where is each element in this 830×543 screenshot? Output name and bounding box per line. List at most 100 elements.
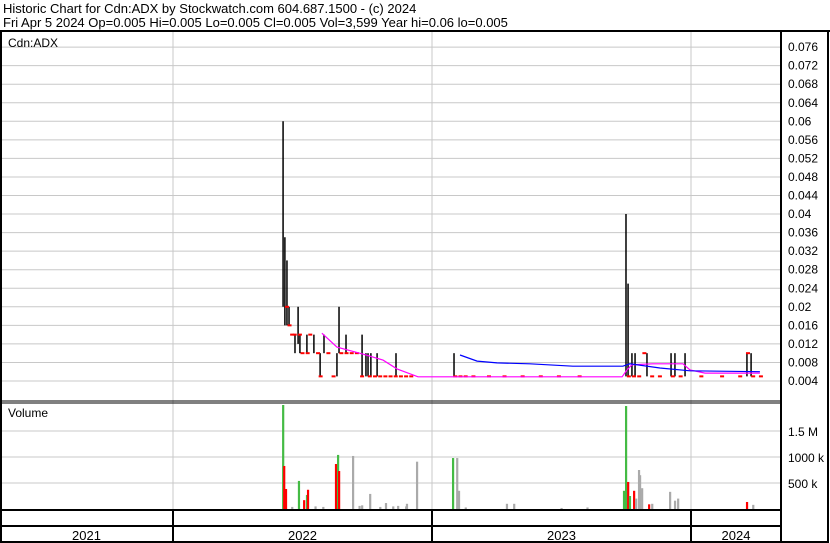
price-tick-label: 0.008 (788, 355, 818, 369)
close-tick (388, 375, 393, 378)
volume-bar (303, 500, 306, 509)
volume-bar (297, 480, 301, 509)
price-tick-label: 0.072 (788, 59, 818, 73)
price-tick-label: 0.056 (788, 133, 818, 147)
volume-bar (669, 491, 672, 509)
price-tick-label: 0.016 (788, 318, 818, 332)
close-tick (409, 375, 414, 378)
price-tick-label: 0.06 (788, 114, 812, 128)
close-tick (738, 375, 743, 378)
close-tick (398, 375, 403, 378)
volume-bar (638, 475, 642, 509)
volume-bar (361, 505, 364, 509)
year-label: 2024 (722, 528, 751, 543)
quote-summary: Fri Apr 5 2024 Op=0.005 Hi=0.005 Lo=0.00… (3, 15, 508, 30)
stock-chart: Historic Chart for Cdn:ADX by Stockwatch… (0, 1, 830, 543)
close-tick (326, 352, 331, 355)
volume-panel-title: Volume (8, 406, 48, 420)
price-axis: 0.076 0.072 0.068 0.064 0.06 0.056 0.052 0.048 0… (788, 40, 818, 388)
price-tick-label: 0.044 (788, 189, 818, 203)
volume-bar (673, 500, 677, 509)
close-tick (637, 375, 642, 378)
volume-bar (397, 505, 400, 509)
price-tick-label: 0.068 (788, 77, 818, 91)
price-tick-label: 0.052 (788, 151, 818, 165)
close-tick (308, 333, 313, 336)
volume-bar (635, 498, 638, 509)
volume-bar (314, 506, 317, 509)
close-tick (642, 352, 647, 355)
chart-title: Historic Chart for Cdn:ADX by Stockwatch… (3, 1, 416, 16)
volume-tick-label: 1.5 M (788, 425, 818, 439)
volume-tick-label: 500 k (788, 477, 818, 491)
volume-tick-label: 1000 k (788, 451, 825, 465)
volume-bar (415, 461, 419, 509)
price-tick-label: 0.064 (788, 96, 818, 110)
volume-bar (513, 503, 516, 509)
year-label: 2023 (547, 528, 576, 543)
close-tick (339, 352, 344, 355)
volume-bar (358, 505, 361, 509)
volume-bar (628, 496, 632, 509)
close-tick (331, 375, 336, 378)
volume-bar (384, 503, 388, 509)
close-tick (404, 375, 409, 378)
close-tick (383, 375, 388, 378)
volume-bar (641, 488, 644, 509)
volume-bar (622, 490, 626, 509)
close-tick (373, 375, 378, 378)
close-tick (349, 352, 354, 355)
close-tick (678, 375, 683, 378)
close-tick (318, 375, 323, 378)
close-tick (650, 375, 655, 378)
volume-bar (560, 507, 563, 509)
close-tick (360, 375, 365, 378)
moving-averages (321, 332, 760, 378)
volume-bar (677, 498, 680, 509)
volume-bar (392, 506, 395, 509)
price-tick-label: 0.024 (788, 281, 818, 295)
close-tick (367, 375, 372, 378)
volume-bar (752, 504, 755, 509)
volume-bar (322, 506, 325, 509)
volume-bar (586, 507, 589, 509)
volume-bar (405, 503, 409, 509)
close-tick (316, 352, 321, 355)
price-tick-label: 0.02 (788, 300, 812, 314)
price-tick-label: 0.04 (788, 207, 812, 221)
close-tick (720, 375, 725, 378)
close-tick (657, 375, 662, 378)
year-label: 2021 (72, 528, 101, 543)
close-tick (758, 375, 763, 378)
volume-bar (457, 490, 461, 509)
year-label: 2022 (288, 528, 317, 543)
price-tick-label: 0.004 (788, 374, 818, 388)
volume-bar (464, 507, 467, 509)
volume-bar (624, 406, 628, 509)
price-tick-label: 0.032 (788, 244, 818, 258)
close-tick (378, 375, 383, 378)
close-tick (699, 375, 704, 378)
close-tick (626, 375, 631, 378)
close-tick (292, 333, 297, 336)
close-tick (305, 352, 310, 355)
volume-bar (745, 501, 749, 509)
volume-bar (369, 493, 372, 509)
volume-bar (334, 464, 338, 509)
volume-bar (338, 471, 341, 509)
close-tick (670, 375, 675, 378)
close-tick (393, 375, 398, 378)
volume-axis: 1.5 M 1000 k 500 k (788, 425, 825, 491)
volume-bar (633, 490, 636, 509)
price-tick-label: 0.012 (788, 337, 818, 351)
price-tick-label: 0.028 (788, 263, 818, 277)
close-tick (297, 333, 302, 336)
volume-bar (291, 506, 294, 509)
close-tick (344, 352, 349, 355)
volume-bar (379, 506, 382, 509)
volume-bar (306, 489, 310, 509)
close-tick (632, 375, 637, 378)
volume-bar (352, 455, 355, 509)
chart-frame (0, 30, 829, 543)
volume-bar (505, 503, 509, 509)
